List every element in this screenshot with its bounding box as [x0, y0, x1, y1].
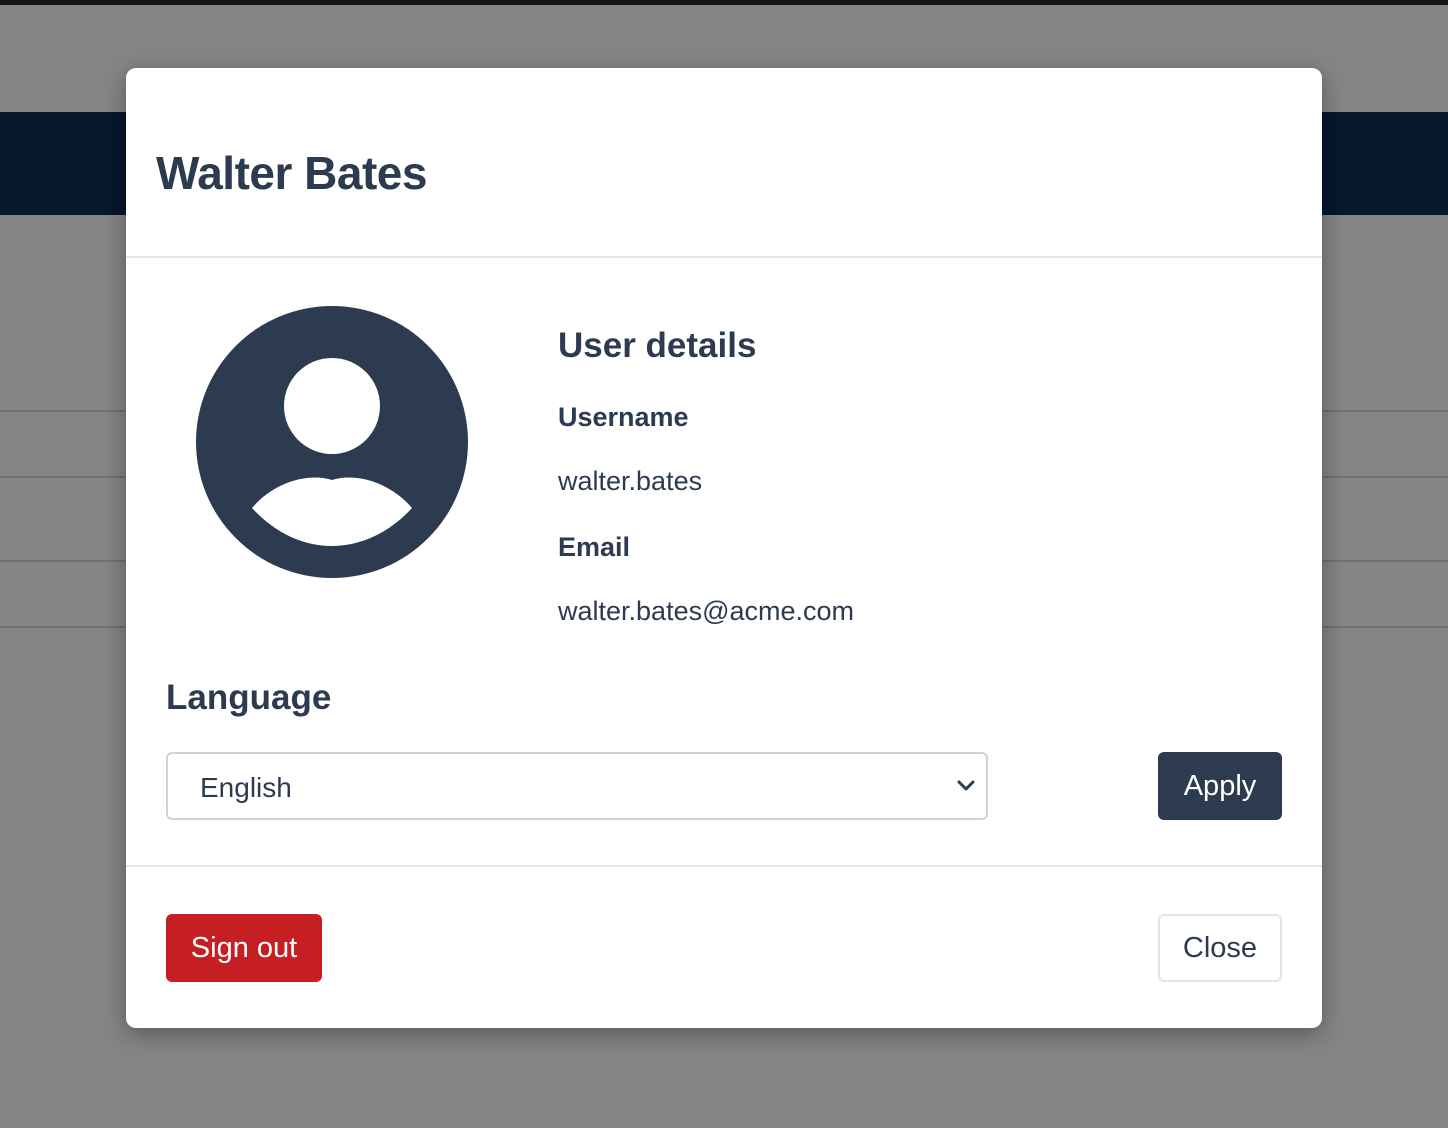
user-circle-icon [196, 306, 468, 578]
modal-title: Walter Bates [156, 147, 427, 199]
chevron-down-icon [954, 774, 978, 798]
user-profile-modal: Walter Bates User details Username walte… [126, 68, 1322, 1028]
username-label: Username [558, 402, 689, 432]
email-value: walter.bates@acme.com [558, 596, 855, 626]
close-button[interactable]: Close [1158, 914, 1282, 982]
user-details-heading: User details [558, 326, 757, 365]
language-select-value: English [200, 772, 292, 803]
modal-header: Walter Bates [126, 68, 1322, 258]
modal-footer: Sign out Close [126, 865, 1322, 1028]
apply-button[interactable]: Apply [1158, 752, 1282, 820]
page: Walter Bates User details Username walte… [0, 0, 1448, 1128]
sign-out-button[interactable]: Sign out [166, 914, 322, 982]
email-label: Email [558, 532, 631, 562]
language-heading: Language [166, 678, 332, 717]
username-value: walter.bates [558, 466, 703, 496]
language-select[interactable]: English [166, 752, 988, 820]
